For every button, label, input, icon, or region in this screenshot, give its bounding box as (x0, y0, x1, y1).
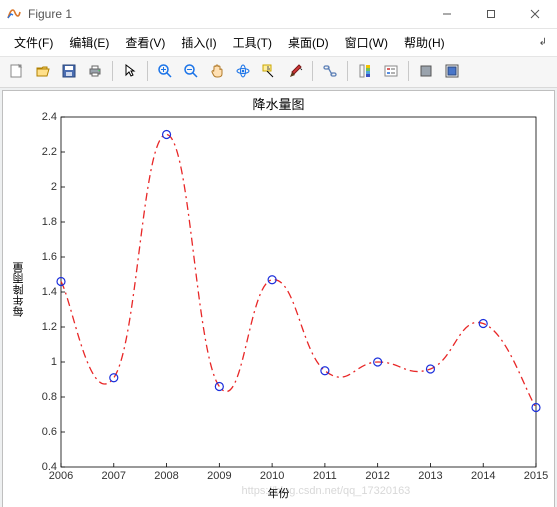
figure-canvas[interactable]: 降水量图 https://blog.csdn.net/qq_17320163 2… (2, 90, 555, 507)
pointer-icon[interactable] (118, 59, 142, 83)
xtick-label: 2013 (418, 470, 442, 482)
ytick-label: 1.8 (33, 216, 57, 228)
link-icon[interactable] (318, 59, 342, 83)
chart-title: 降水量图 (3, 91, 554, 113)
ytick-label: 1.2 (33, 321, 57, 333)
minimize-button[interactable] (425, 0, 469, 28)
ytick-label: 2 (33, 181, 57, 193)
save-icon[interactable] (57, 59, 81, 83)
colorbar-icon[interactable] (353, 59, 377, 83)
toolbar (0, 57, 557, 88)
data-marker (268, 276, 276, 284)
menu-item[interactable]: 编辑(E) (61, 32, 117, 53)
show-plot-tools-icon[interactable] (440, 59, 464, 83)
axis-label-x: 年份 (3, 485, 554, 501)
menu-item[interactable]: 查看(V) (117, 32, 173, 53)
series-line (61, 134, 536, 407)
menu-item[interactable]: 窗口(W) (337, 32, 396, 53)
ytick-label: 0.4 (33, 461, 57, 473)
ytick-label: 0.8 (33, 391, 57, 403)
xtick-label: 2009 (207, 470, 231, 482)
axis-label-y: 每年降雨量 (11, 262, 27, 317)
menu-item[interactable]: 帮助(H) (396, 32, 453, 53)
close-button[interactable] (513, 0, 557, 28)
data-marker (110, 374, 118, 382)
xtick-label: 2014 (471, 470, 495, 482)
ytick-label: 2.4 (33, 111, 57, 123)
xtick-label: 2010 (260, 470, 284, 482)
zoom-out-icon[interactable] (179, 59, 203, 83)
toolbar-chevron-icon[interactable]: ↲ (539, 37, 551, 48)
figure-area: 降水量图 https://blog.csdn.net/qq_17320163 2… (0, 88, 557, 507)
maximize-button[interactable] (469, 0, 513, 28)
pan-icon[interactable] (205, 59, 229, 83)
brush-icon[interactable] (283, 59, 307, 83)
menu-item[interactable]: 文件(F) (6, 32, 61, 53)
xtick-label: 2011 (313, 470, 337, 482)
toolbar-separator (408, 61, 409, 81)
menubar: 文件(F)编辑(E)查看(V)插入(I)工具(T)桌面(D)窗口(W)帮助(H)… (0, 29, 557, 57)
toolbar-separator (347, 61, 348, 81)
xtick-label: 2008 (154, 470, 178, 482)
toolbar-separator (112, 61, 113, 81)
matlab-logo-icon (6, 6, 22, 22)
ytick-label: 1 (33, 356, 57, 368)
data-cursor-icon[interactable] (257, 59, 281, 83)
toolbar-separator (312, 61, 313, 81)
xtick-label: 2015 (524, 470, 548, 482)
xtick-label: 2007 (102, 470, 126, 482)
data-marker (163, 131, 171, 139)
ytick-label: 0.6 (33, 426, 57, 438)
window-title: Figure 1 (28, 7, 72, 21)
legend-icon[interactable] (379, 59, 403, 83)
menu-item[interactable]: 桌面(D) (280, 32, 337, 53)
new-figure-icon[interactable] (5, 59, 29, 83)
menu-item[interactable]: 插入(I) (173, 32, 224, 53)
rotate3d-icon[interactable] (231, 59, 255, 83)
window-titlebar: Figure 1 (0, 0, 557, 29)
xtick-label: 2012 (365, 470, 389, 482)
menu-item[interactable]: 工具(T) (225, 32, 280, 53)
data-marker (321, 367, 329, 375)
zoom-in-icon[interactable] (153, 59, 177, 83)
print-icon[interactable] (83, 59, 107, 83)
open-icon[interactable] (31, 59, 55, 83)
hide-plot-tools-icon[interactable] (414, 59, 438, 83)
ytick-label: 1.4 (33, 286, 57, 298)
ytick-label: 2.2 (33, 146, 57, 158)
ytick-label: 1.6 (33, 251, 57, 263)
axes[interactable] (61, 117, 536, 467)
toolbar-separator (147, 61, 148, 81)
